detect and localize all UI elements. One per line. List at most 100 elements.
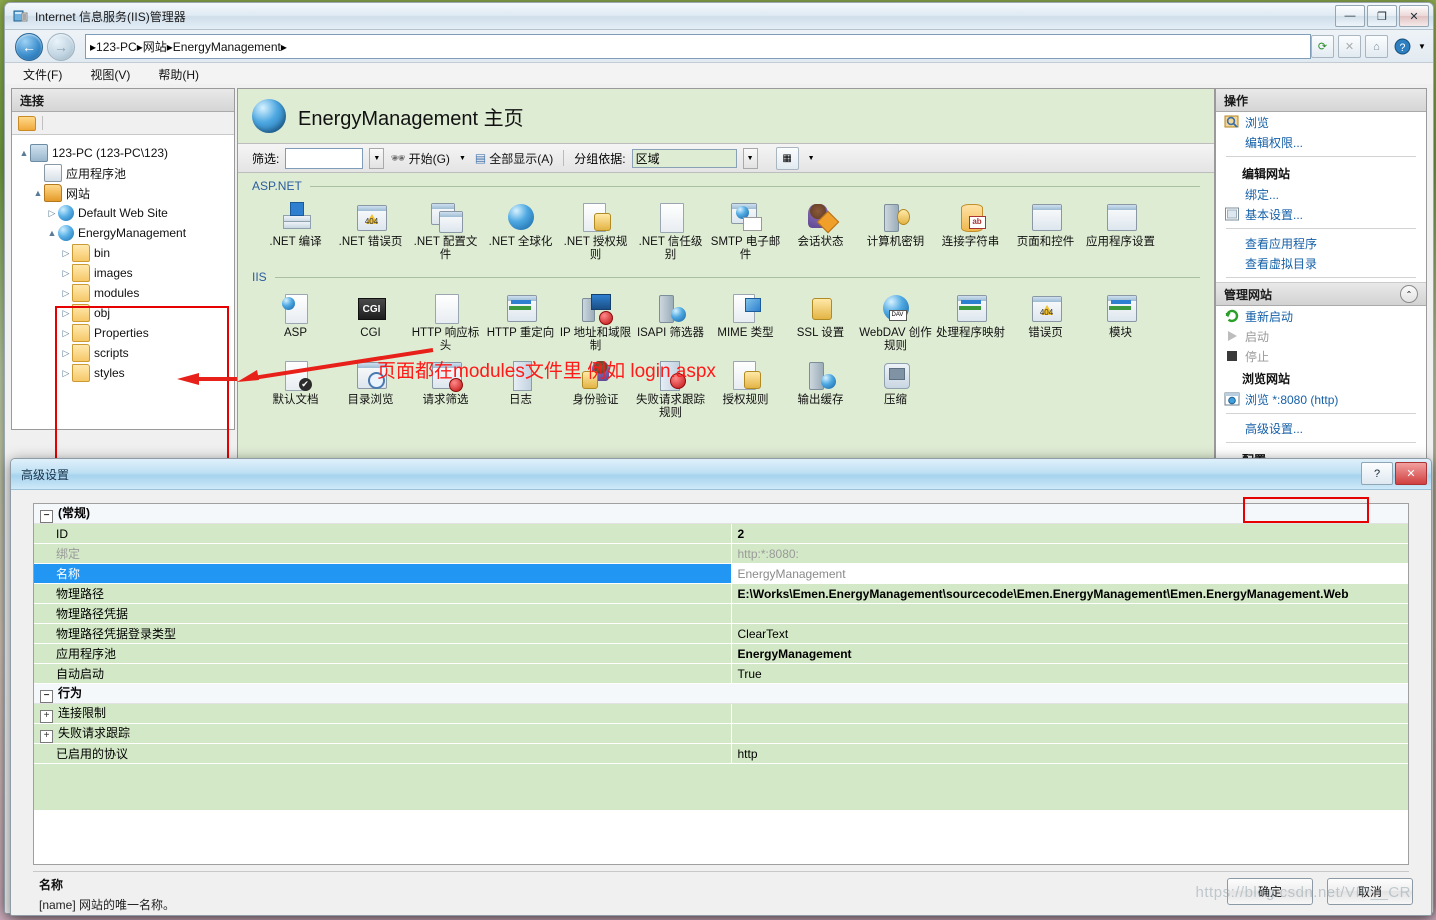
dialog-help-button[interactable]: ? [1361,462,1393,485]
breadcrumb-item-sites[interactable]: 网站 [143,38,167,55]
feature-net-compilation[interactable]: .NET 编译 [258,197,333,264]
dialog-close-button[interactable]: ✕ [1395,462,1427,485]
filter-input[interactable] [285,147,364,169]
feature-session-state[interactable]: 会话状态 [783,197,858,264]
tree-expander-icon[interactable]: ▷ [46,208,58,219]
property-row[interactable]: + 连接限制 [34,703,1408,724]
property-category-row[interactable]: − (常规) [34,504,1408,524]
tree-expander-icon[interactable]: ▷ [60,288,72,299]
help-icon[interactable]: ? [1392,36,1413,57]
menu-view[interactable]: 视图(V) [90,66,130,83]
feature-error-pages[interactable]: 404 错误页 [1008,288,1083,355]
tree-expander-icon[interactable]: ▲ [18,148,30,158]
feature-net-profile[interactable]: .NET 配置文件 [408,197,483,264]
property-row[interactable]: 物理路径凭据登录类型 ClearText [34,623,1408,644]
tree-expander-icon[interactable]: ▲ [32,188,44,198]
view-mode-dropdown-icon[interactable]: ▼ [805,149,818,168]
property-grid[interactable]: − (常规) ID 2 绑定 http:*:8080: 名称 EnergyManagement… [33,503,1409,865]
property-category-row[interactable]: − 行为 [34,683,1408,704]
refresh-icon[interactable]: ⟳ [1311,35,1334,58]
property-value[interactable]: 2 [730,523,1408,544]
filter-go-dropdown-icon[interactable]: ▼ [456,149,469,168]
breadcrumb-item-site[interactable]: EnergyManagement [173,40,281,54]
action-启动[interactable]: 启动 [1216,326,1426,346]
feature-smtp-email[interactable]: SMTP 电子邮件 [708,197,783,264]
filter-go-button[interactable]: 🕶 开始(G) [390,150,450,167]
minimize-button[interactable]: — [1335,5,1365,27]
show-all-button[interactable]: ▤ 全部显示(A) [475,150,553,167]
property-value[interactable]: http [730,743,1408,764]
property-row[interactable]: 已启用的协议 http [34,743,1408,764]
property-value[interactable] [730,723,1408,744]
property-row[interactable]: 名称 EnergyManagement [34,563,1408,584]
tree-expander-icon[interactable]: ▷ [60,248,72,259]
feature-net-trust-levels[interactable]: .NET 信任级别 [633,197,708,264]
feature-pages-controls[interactable]: 页面和控件 [1008,197,1083,264]
tree-expander-icon[interactable]: ▷ [60,328,72,339]
breadcrumb-item-server[interactable]: 123-PC [96,40,137,54]
expand-toggle-icon[interactable]: + [40,710,53,723]
feature-failed-request-tracing[interactable]: 失败请求跟踪规则 [633,355,708,422]
feature-compression[interactable]: 压缩 [858,355,933,422]
feature-handler-mappings[interactable]: 处理程序映射 [933,288,1008,355]
property-row[interactable]: 应用程序池 EnergyManagement [34,643,1408,664]
property-value[interactable]: EnergyManagement [730,643,1408,664]
feature-net-authorization[interactable]: .NET 授权规则 [558,197,633,264]
property-value[interactable] [730,703,1408,724]
stop-icon[interactable]: ✕ [1338,35,1361,58]
maximize-button[interactable]: ❐ [1367,5,1397,27]
feature-webdav[interactable]: DAV WebDAV 创作规则 [858,288,933,355]
feature-output-caching[interactable]: 输出缓存 [783,355,858,422]
property-value[interactable]: True [730,663,1408,684]
feature-modules[interactable]: 模块 [1083,288,1158,355]
property-value[interactable]: http:*:8080: [730,543,1408,564]
feature-http-response-headers[interactable]: HTTP 响应标头 [408,288,483,355]
property-row[interactable]: + 失败请求跟踪 [34,723,1408,744]
tree-item-properties[interactable]: ▷ Properties [18,323,234,343]
action-浏览[interactable]: 浏览 [1216,112,1426,132]
tree-item-default-web-site[interactable]: ▷ Default Web Site [18,203,234,223]
feature-authentication[interactable]: 身份验证 [558,355,633,422]
tree-item-styles[interactable]: ▷ styles [18,363,234,383]
menu-help[interactable]: 帮助(H) [158,66,199,83]
feature-net-globalization[interactable]: .NET 全球化 [483,197,558,264]
home-icon[interactable]: ⌂ [1365,35,1388,58]
tree-item-scripts[interactable]: ▷ scripts [18,343,234,363]
action-停止[interactable]: 停止 [1216,346,1426,366]
group-by-select[interactable]: 区域 [631,148,737,168]
feature-mime-types[interactable]: MIME 类型 [708,288,783,355]
action-查看应用程序[interactable]: 查看应用程序 [1216,233,1426,253]
property-value[interactable]: EnergyManagement [730,563,1408,584]
tree-item-images[interactable]: ▷ images [18,263,234,283]
action-基本设置[interactable]: 基本设置... [1216,204,1426,224]
filter-dropdown-icon[interactable]: ▼ [369,147,385,169]
menu-file[interactable]: 文件(F) [23,66,62,83]
feature-directory-browsing[interactable]: 目录浏览 [333,355,408,422]
tree-item-[interactable]: ▲ 网站 [18,183,234,203]
collapse-toggle-icon[interactable]: − [40,690,53,703]
view-mode-icon[interactable]: ▦ [775,146,799,170]
action-查看虚拟目录[interactable]: 查看虚拟目录 [1216,253,1426,273]
property-value[interactable]: ClearText [730,623,1408,644]
chevron-down-icon[interactable]: ▼ [1417,36,1427,57]
cancel-button[interactable]: 取消 [1327,878,1413,905]
action-浏览*:8080(http)[interactable]: 浏览 *:8080 (http) [1216,389,1426,409]
expand-toggle-icon[interactable]: + [40,730,53,743]
action-高级设置[interactable]: 高级设置... [1216,418,1426,438]
tree-item-123-pc-123-pc-123[interactable]: ▲ 123-PC (123-PC\123) [18,143,234,163]
tree-expander-icon[interactable]: ▲ [46,228,58,238]
property-value[interactable]: E:\Works\Emen.EnergyManagement\sourcecod… [730,583,1408,604]
connections-tree[interactable]: ▲ 123-PC (123-PC\123) 应用程序池 ▲ 网站 ▷ Default Web… [12,135,234,383]
forward-arrow-icon[interactable]: → [47,33,75,61]
feature-authorization-rules[interactable]: 授权规则 [708,355,783,422]
tree-item-obj[interactable]: ▷ obj [18,303,234,323]
action-编辑权限[interactable]: 编辑权限... [1216,132,1426,152]
action-绑定[interactable]: 绑定... [1216,184,1426,204]
chevron-up-icon[interactable]: ⌃ [1400,285,1418,303]
back-arrow-icon[interactable]: ← [15,33,43,61]
feature-connection-strings[interactable]: ab 连接字符串 [933,197,1008,264]
group-by-dropdown-icon[interactable]: ▼ [742,147,758,169]
tree-item-[interactable]: 应用程序池 [18,163,234,183]
feature-machine-key[interactable]: 计算机密钥 [858,197,933,264]
tree-item-bin[interactable]: ▷ bin [18,243,234,263]
